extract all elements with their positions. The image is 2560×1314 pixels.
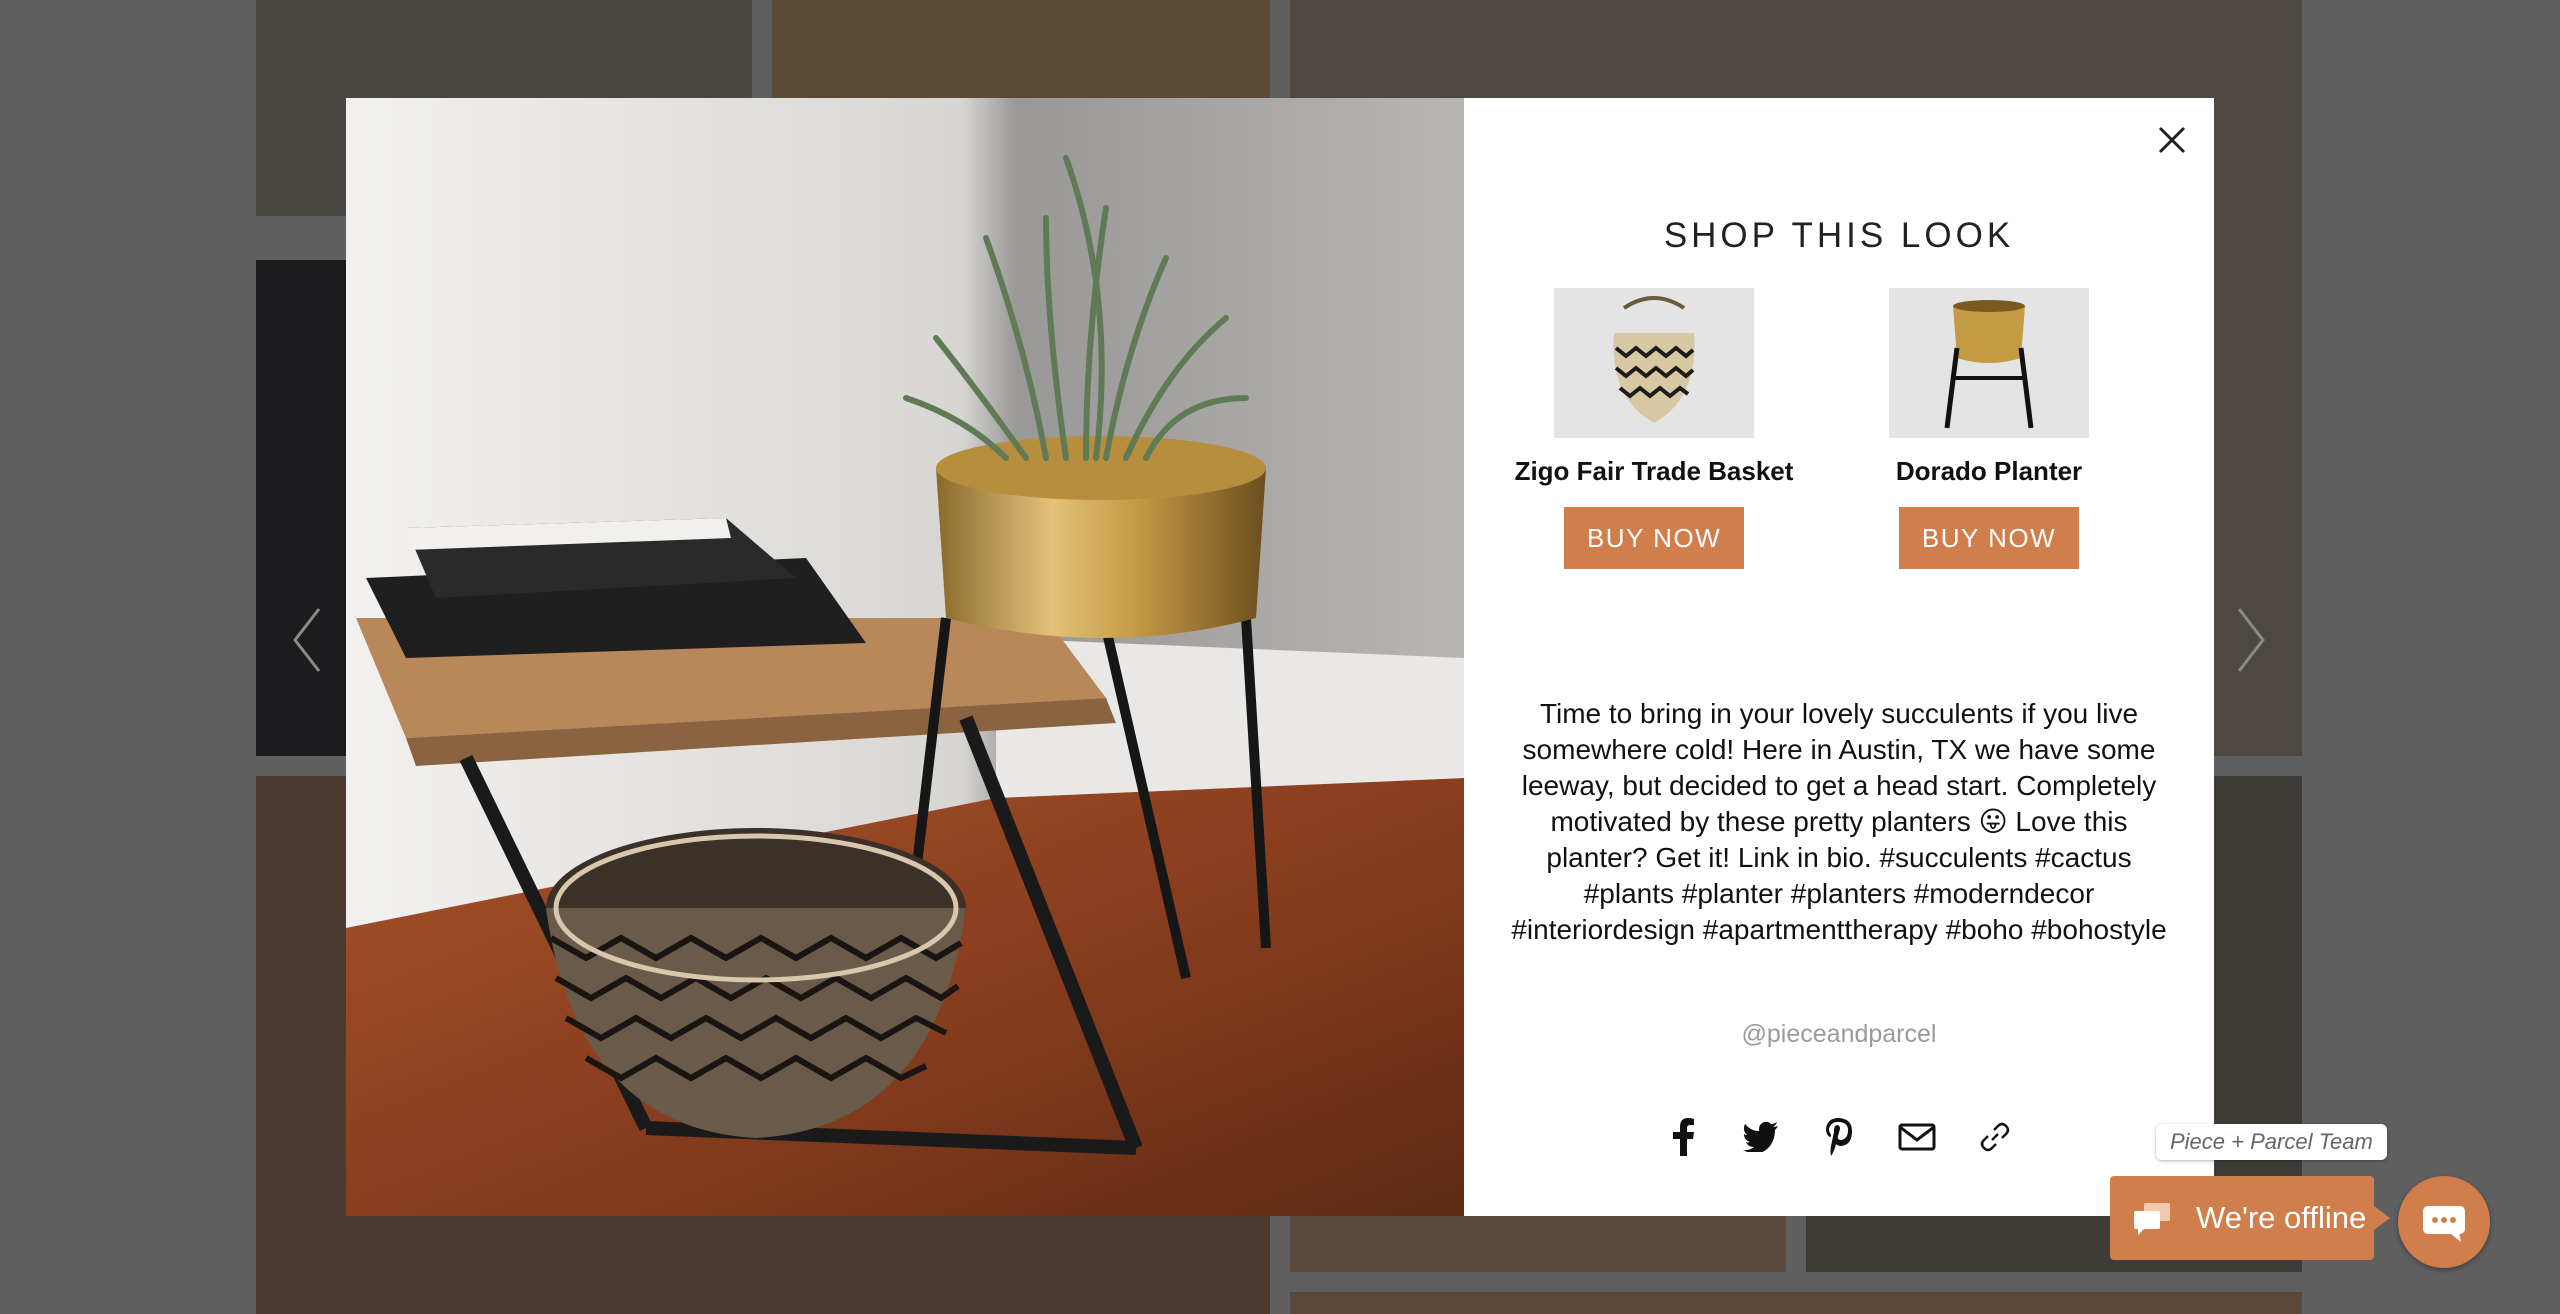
product-name[interactable]: Zigo Fair Trade Basket xyxy=(1504,456,1804,487)
next-arrow[interactable] xyxy=(2222,590,2282,690)
shop-panel: SHOP THIS LOOK Zigo Fair Trade Basket BU… xyxy=(1464,98,2214,1216)
pinterest-glyph xyxy=(1826,1118,1852,1156)
basket-thumbnail[interactable] xyxy=(1554,288,1754,438)
close-icon xyxy=(2158,126,2186,154)
shop-look-modal: SHOP THIS LOOK Zigo Fair Trade Basket BU… xyxy=(346,98,2214,1216)
planter-image xyxy=(1889,288,2089,438)
share-icons xyxy=(1464,1118,2214,1156)
facebook-icon[interactable] xyxy=(1664,1118,1702,1156)
product-card: Dorado Planter BUY NOW xyxy=(1839,288,2139,569)
facebook-glyph xyxy=(1673,1118,1694,1156)
chevron-left-icon xyxy=(293,608,321,672)
close-button[interactable] xyxy=(2154,122,2190,158)
previous-arrow[interactable] xyxy=(276,590,336,690)
gallery-tile xyxy=(1290,1292,2302,1314)
twitter-icon[interactable] xyxy=(1742,1118,1780,1156)
buy-now-button[interactable]: BUY NOW xyxy=(1899,507,2079,569)
instagram-handle[interactable]: @pieceandparcel xyxy=(1464,1020,2214,1049)
chat-launcher-button[interactable] xyxy=(2398,1176,2490,1268)
product-name[interactable]: Dorado Planter xyxy=(1839,456,2139,487)
chat-status: We're offline xyxy=(2196,1200,2367,1235)
chat-icon xyxy=(2423,1206,2465,1242)
basket-image xyxy=(1554,288,1754,438)
twitter-glyph xyxy=(1743,1122,1778,1152)
buy-now-button[interactable]: BUY NOW xyxy=(1564,507,1744,569)
shop-this-look-title: SHOP THIS LOOK xyxy=(1663,216,2015,255)
pinterest-icon[interactable] xyxy=(1820,1118,1858,1156)
email-icon[interactable] xyxy=(1898,1118,1936,1156)
photo-illustration xyxy=(346,98,1464,1216)
lifestyle-photo xyxy=(346,98,1464,1216)
chat-offline-button[interactable]: We're offline xyxy=(2110,1176,2390,1260)
product-card: Zigo Fair Trade Basket BUY NOW xyxy=(1504,288,1804,569)
link-icon[interactable] xyxy=(1976,1118,2014,1156)
link-glyph xyxy=(1980,1122,2010,1152)
post-caption: Time to bring in your lovely succulents … xyxy=(1511,698,2167,945)
chevron-right-icon xyxy=(2237,608,2265,672)
planter-thumbnail[interactable] xyxy=(1889,288,2089,438)
chat-bubbles-icon xyxy=(2134,1203,2170,1235)
chat-team-label: Piece + Parcel Team xyxy=(2156,1124,2387,1160)
envelope-glyph xyxy=(1898,1123,1936,1151)
